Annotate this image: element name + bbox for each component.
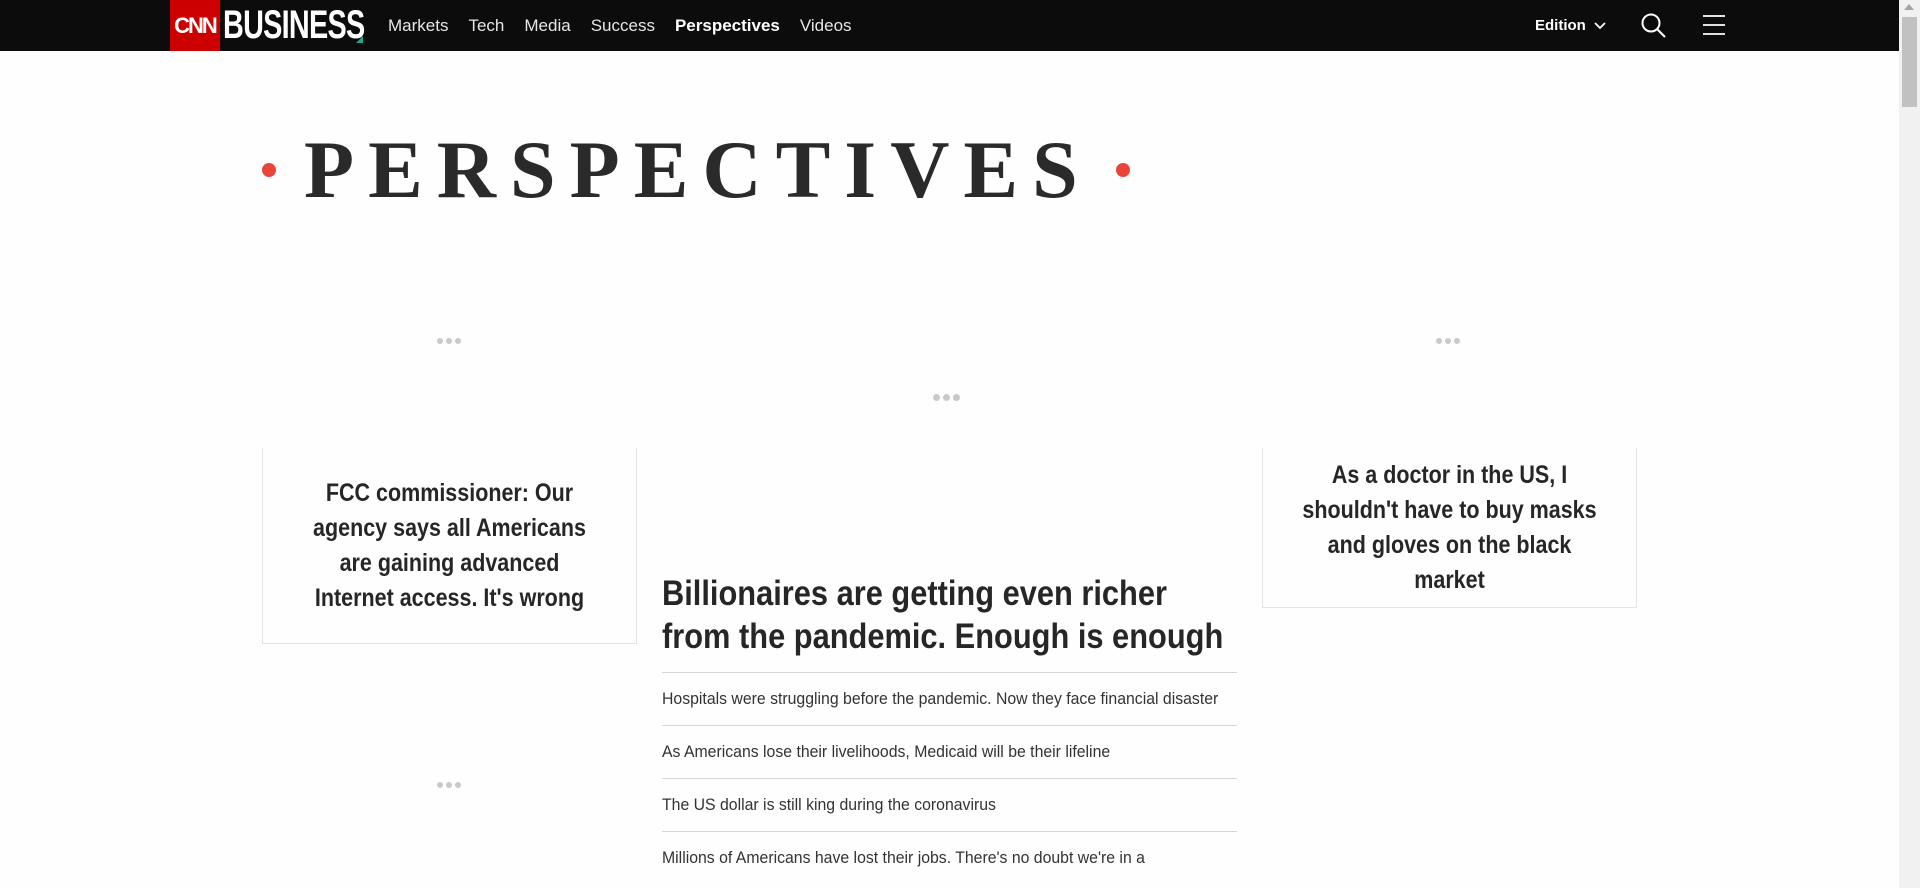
page-scrollbar[interactable] [1899,0,1920,888]
nav-media[interactable]: Media [524,16,570,36]
business-logo[interactable]: BUSINESS [223,0,365,51]
list-item[interactable]: Millions of Americans have lost their jo… [662,831,1237,884]
edition-selector[interactable]: Edition [1535,0,1606,51]
scroll-up-arrow-icon[interactable] [1904,4,1914,10]
red-dot-right-icon [1115,163,1130,177]
section-header: PERSPECTIVES [262,122,1130,218]
nav-tech[interactable]: Tech [468,16,504,36]
story-link[interactable]: Millions of Americans have lost their jo… [662,844,1229,871]
main-story[interactable]: Billionaires are getting even richer fro… [662,572,1237,658]
logo-accent-triangle [356,36,363,43]
loading-dots-icon [437,338,461,344]
chevron-down-icon [1594,17,1606,34]
red-dot-left-icon [262,163,276,177]
nav-markets[interactable]: Markets [388,16,448,36]
loading-dots-icon [1436,338,1460,344]
hamburger-menu-icon[interactable] [1702,13,1726,37]
nav-success[interactable]: Success [591,16,655,36]
nav-perspectives[interactable]: Perspectives [675,16,780,36]
card-headline[interactable]: As a doctor in the US, I shouldn't have … [1299,458,1599,598]
section-nav: Markets Tech Media Success Perspectives … [388,0,872,51]
search-icon[interactable] [1640,12,1668,40]
edition-label: Edition [1535,17,1586,34]
main-headline[interactable]: Billionaires are getting even richer fro… [662,572,1234,658]
top-nav-bar: CNN BUSINESS Markets Tech Media Success … [0,0,1899,51]
cnn-logo[interactable]: CNN [170,0,220,51]
story-card-right[interactable]: As a doctor in the US, I shouldn't have … [1262,448,1637,608]
scrollbar-thumb[interactable] [1902,17,1917,107]
loading-dots-icon [933,394,960,401]
card-headline[interactable]: FCC commissioner: Our agency says all Am… [299,476,599,616]
related-stories-list: Hospitals were struggling before the pan… [662,672,1237,884]
list-item[interactable]: The US dollar is still king during the c… [662,778,1237,831]
story-link[interactable]: As Americans lose their livelihoods, Med… [662,738,1229,765]
story-link[interactable]: Hospitals were struggling before the pan… [662,685,1229,712]
loading-dots-icon [437,782,461,788]
nav-videos[interactable]: Videos [800,16,852,36]
list-item[interactable]: Hospitals were struggling before the pan… [662,672,1237,725]
list-item[interactable]: As Americans lose their livelihoods, Med… [662,725,1237,778]
story-link[interactable]: The US dollar is still king during the c… [662,791,1229,818]
page-title: PERSPECTIVES [304,124,1092,215]
story-card-left[interactable]: FCC commissioner: Our agency says all Am… [262,448,637,644]
